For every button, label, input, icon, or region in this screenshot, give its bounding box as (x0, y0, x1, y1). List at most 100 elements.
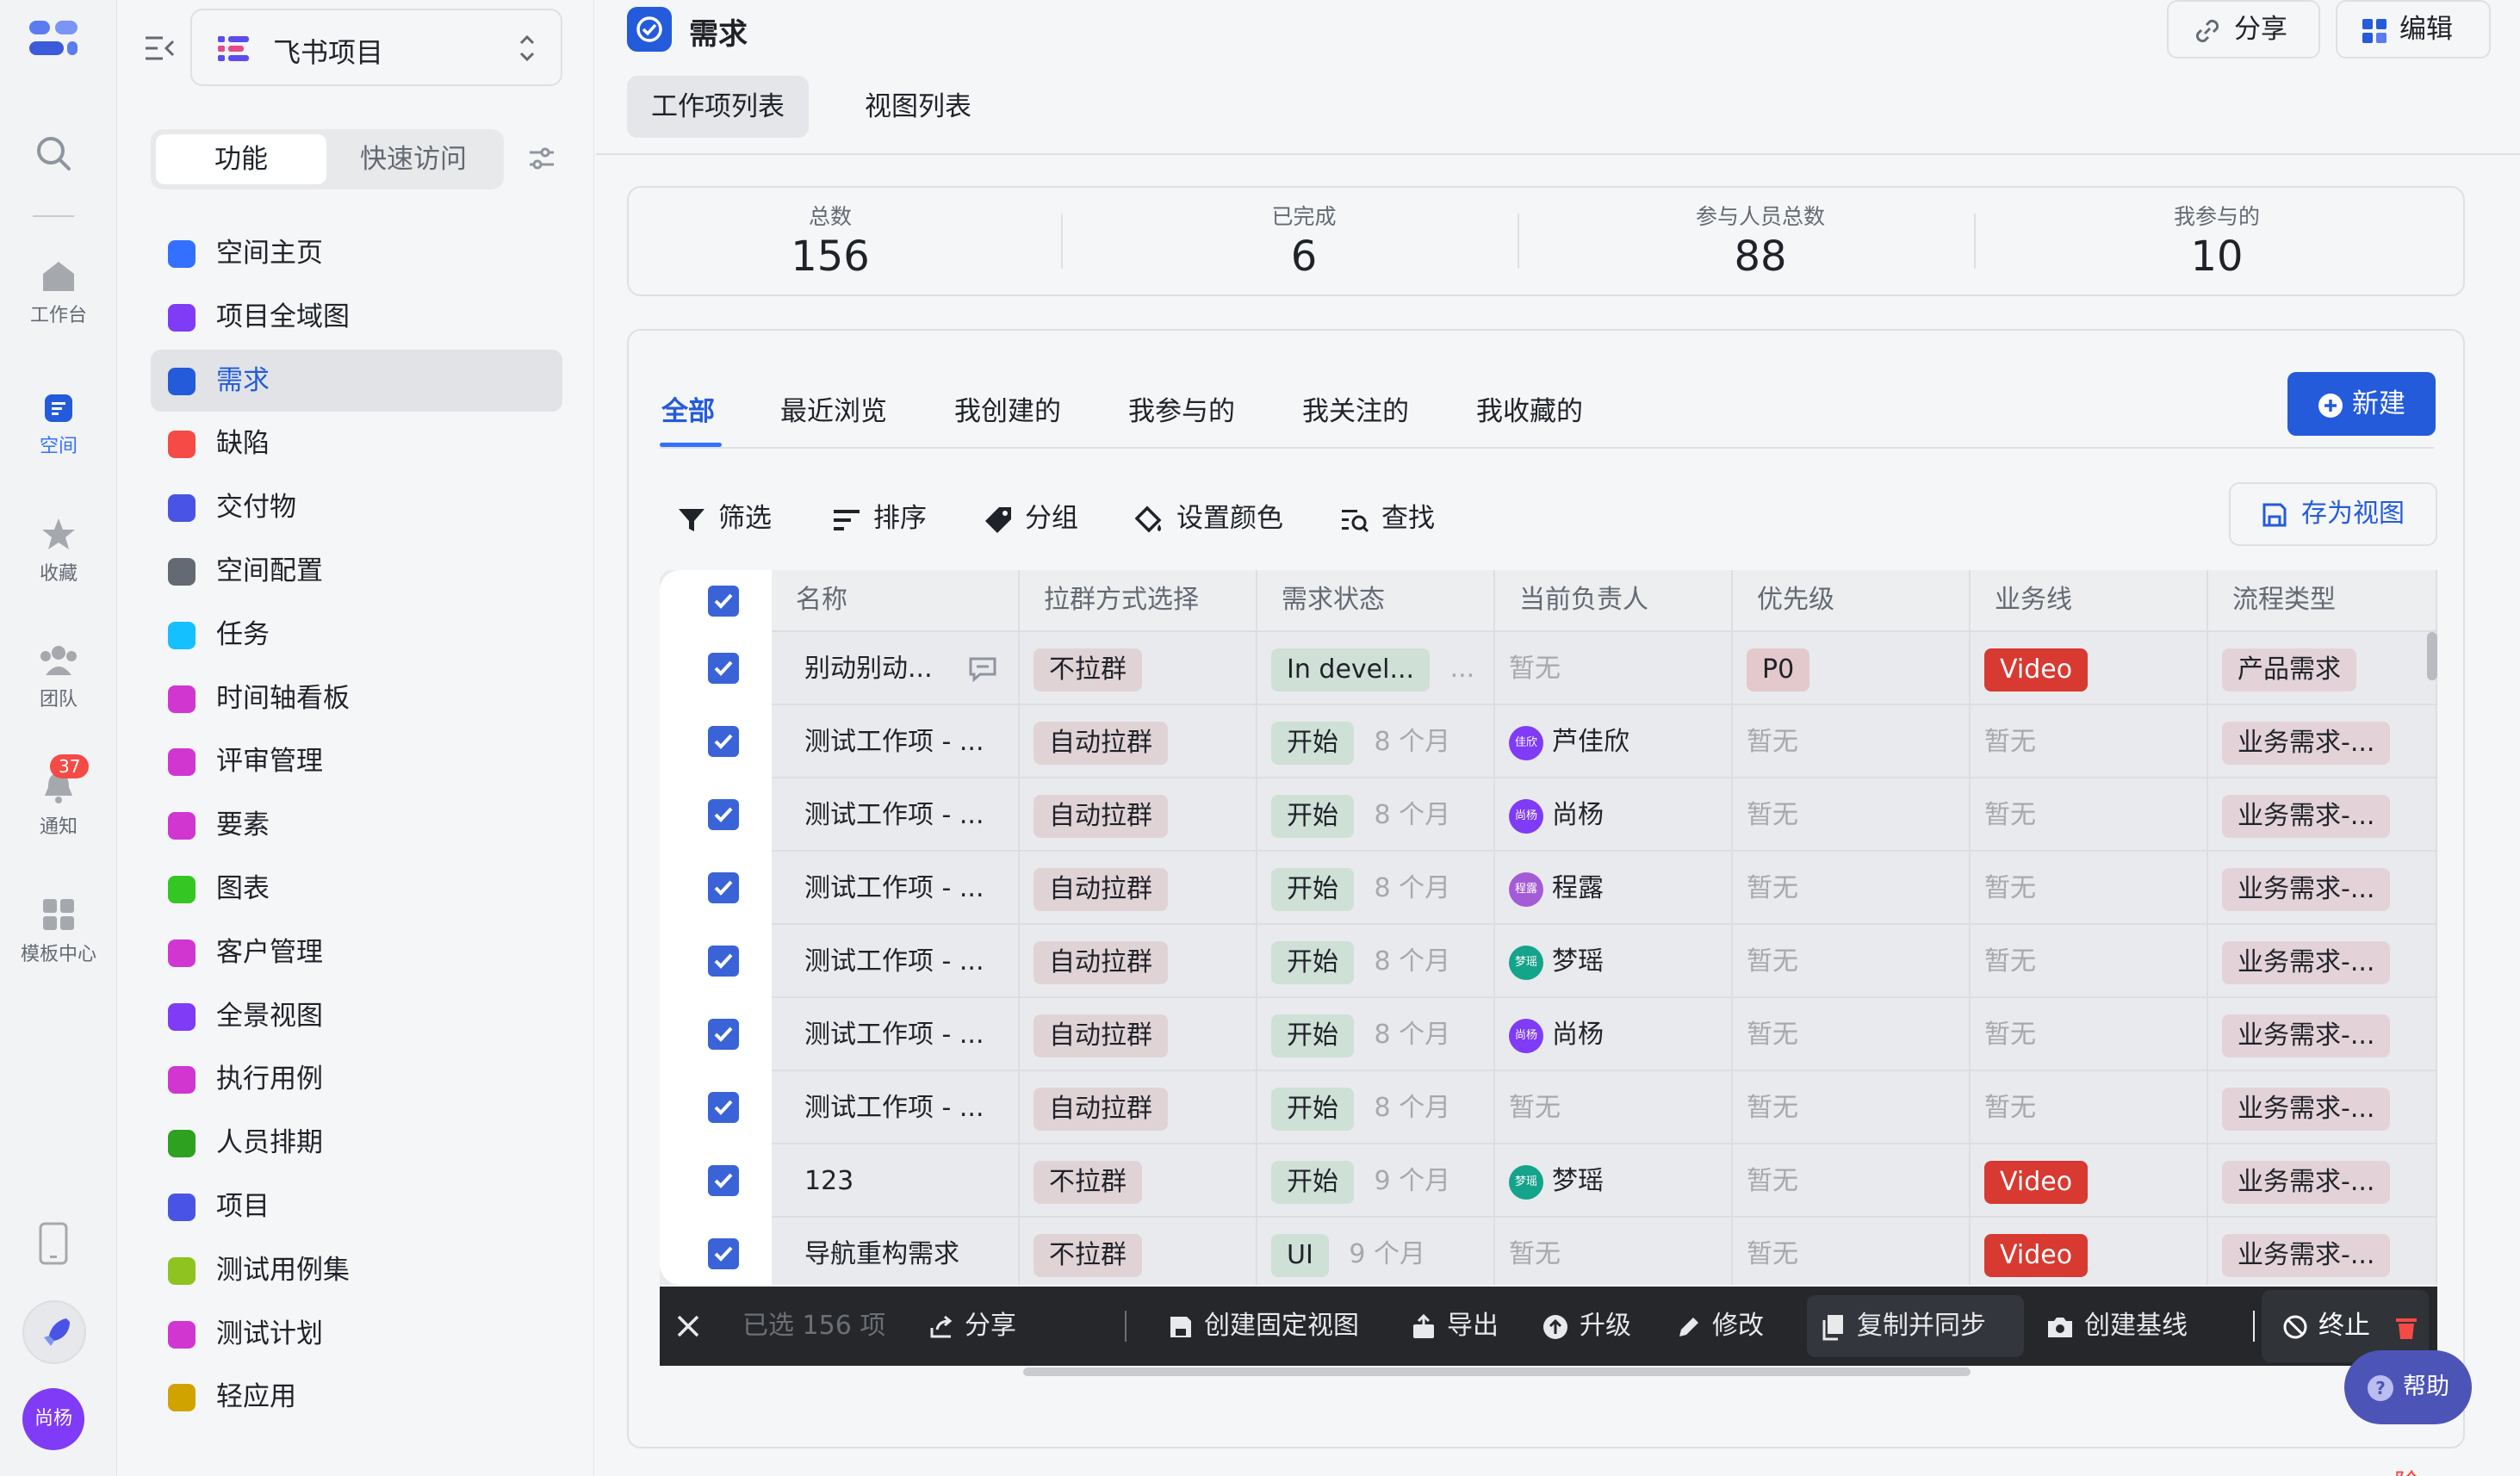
sidebar-item[interactable]: 执行用例 (151, 1048, 562, 1110)
business-line-cell[interactable]: 暂无 (1971, 1071, 2208, 1144)
table-row[interactable]: 测试工作项 - ... 自动拉群 开始 8 个月 尚杨 尚杨 暂无 暂无 业务需求-... (660, 996, 2437, 1071)
group-mode-cell[interactable]: 自动拉群 (1020, 998, 1257, 1071)
status-cell[interactable]: 开始 8 个月 (1257, 705, 1495, 778)
flow-type-cell[interactable]: 业务需求-... (2208, 852, 2437, 925)
name-cell[interactable]: 测试工作项 - ... (772, 925, 1020, 998)
select-all-checkbox[interactable] (708, 586, 739, 617)
sidebar-item[interactable]: 空间配置 (151, 540, 562, 602)
flow-type-cell[interactable]: 产品需求 (2208, 632, 2437, 705)
copy-sync-button[interactable]: 复制并同步 (1821, 1287, 1986, 1366)
priority-cell[interactable]: 暂无 (1733, 705, 1971, 778)
group-mode-cell[interactable]: 不拉群 (1020, 632, 1257, 705)
group-button[interactable]: 分组 (984, 496, 1078, 535)
export-button[interactable]: 导出 (1411, 1287, 1499, 1366)
rail-item-space[interactable]: 空间 (0, 393, 117, 458)
mobile-icon[interactable] (38, 1221, 69, 1266)
table-row[interactable]: 测试工作项 - ... 自动拉群 开始 8 个月 暂无 暂无 暂无 业务需求-... (660, 1070, 2437, 1144)
filter-button[interactable]: 筛选 (677, 496, 772, 535)
row-checkbox[interactable] (708, 799, 739, 830)
upgrade-button[interactable]: 升级 (1542, 1287, 1631, 1366)
set-color-button[interactable]: 设置颜色 (1135, 496, 1283, 535)
flow-type-cell[interactable]: 业务需求-... (2208, 778, 2437, 852)
filter-tab-participated[interactable]: 我参与的 (1128, 389, 1235, 428)
group-mode-cell[interactable]: 不拉群 (1020, 1144, 1257, 1218)
priority-cell[interactable]: 暂无 (1733, 925, 1971, 998)
status-cell[interactable]: 开始 8 个月 (1257, 1071, 1495, 1144)
table-row[interactable]: 导航重构需求 不拉群 UI 9 个月 暂无 暂无 Video 业务需求-... (660, 1216, 2437, 1285)
business-line-cell[interactable]: Video (1971, 1144, 2208, 1218)
row-checkbox[interactable] (708, 1092, 739, 1123)
save-as-view-button[interactable]: 存为视图 (2229, 482, 2437, 546)
status-cell[interactable]: 开始 8 个月 (1257, 778, 1495, 852)
group-mode-cell[interactable]: 不拉群 (1020, 1218, 1257, 1285)
group-mode-cell[interactable]: 自动拉群 (1020, 705, 1257, 778)
new-button[interactable]: 新建 (2287, 372, 2436, 436)
table-row[interactable]: 测试工作项 - ... 自动拉群 开始 8 个月 尚杨 尚杨 暂无 暂无 业务需求-... (660, 777, 2437, 852)
sidebar-item[interactable]: 全景视图 (151, 985, 562, 1047)
status-cell[interactable]: 开始 8 个月 (1257, 852, 1495, 925)
row-checkbox[interactable] (708, 872, 739, 903)
business-line-cell[interactable]: 暂无 (1971, 705, 2208, 778)
project-selector[interactable]: 飞书项目 (190, 9, 562, 86)
group-mode-cell[interactable]: 自动拉群 (1020, 852, 1257, 925)
app-logo-icon[interactable] (26, 17, 81, 60)
row-checkbox[interactable] (708, 1165, 739, 1196)
sidebar-settings-icon[interactable] (528, 145, 556, 172)
column-header[interactable]: 当前负责人 (1495, 570, 1733, 630)
group-mode-cell[interactable]: 自动拉群 (1020, 925, 1257, 998)
priority-cell[interactable]: P0 (1733, 632, 1971, 705)
owner-cell[interactable]: 梦瑶 梦瑶 (1495, 925, 1733, 998)
name-cell[interactable]: 123 (772, 1144, 1020, 1218)
rail-item-notifications[interactable]: 通知 (0, 770, 117, 839)
user-avatar[interactable]: 尚杨 (22, 1388, 84, 1450)
table-row[interactable]: 别动别动... 不拉群 In devel... ... 暂无 P0 Video 产品需求 (660, 630, 2437, 705)
business-line-cell[interactable]: 暂无 (1971, 998, 2208, 1071)
close-icon[interactable] (675, 1313, 701, 1339)
business-line-cell[interactable]: 暂无 (1971, 778, 2208, 852)
priority-cell[interactable]: 暂无 (1733, 1144, 1971, 1218)
rail-item-favorites[interactable]: 收藏 (0, 517, 117, 586)
column-header[interactable]: 需求状态 (1257, 570, 1495, 630)
flow-type-cell[interactable]: 业务需求-... (2208, 998, 2437, 1071)
sidebar-item[interactable]: 轻应用 (151, 1366, 562, 1428)
status-cell[interactable]: 开始 8 个月 (1257, 925, 1495, 998)
status-cell[interactable]: 开始 9 个月 (1257, 1144, 1495, 1218)
owner-cell[interactable]: 暂无 (1495, 1218, 1733, 1285)
owner-cell[interactable]: 暂无 (1495, 632, 1733, 705)
group-mode-cell[interactable]: 自动拉群 (1020, 778, 1257, 852)
help-button[interactable]: ? 帮助 (2344, 1350, 2472, 1424)
rail-item-workbench[interactable]: 工作台 (0, 258, 117, 327)
row-checkbox[interactable] (708, 1238, 739, 1269)
business-line-cell[interactable]: Video (1971, 1218, 2208, 1285)
filter-tab-all[interactable]: 全部 (661, 389, 715, 428)
status-cell[interactable]: UI 9 个月 (1257, 1218, 1495, 1285)
sidebar-item[interactable]: 时间轴看板 (151, 667, 562, 729)
priority-cell[interactable]: 暂无 (1733, 852, 1971, 925)
create-fixed-view-button[interactable]: 创建固定视图 (1168, 1287, 1359, 1366)
group-mode-cell[interactable]: 自动拉群 (1020, 1071, 1257, 1144)
edit-button[interactable]: 编辑 (2336, 0, 2491, 59)
search-icon[interactable] (34, 134, 72, 172)
table-scrollbar-horizontal[interactable] (1023, 1367, 1971, 1376)
sidebar-item[interactable]: 测试计划 (151, 1303, 562, 1365)
sidebar-item[interactable]: 测试用例集 (151, 1239, 562, 1301)
owner-cell[interactable]: 梦瑶 梦瑶 (1495, 1144, 1733, 1218)
sort-button[interactable]: 排序 (832, 496, 927, 535)
owner-cell[interactable]: 佳欣 芦佳欣 (1495, 705, 1733, 778)
share-button[interactable]: 分享 (2167, 0, 2320, 59)
priority-cell[interactable]: 暂无 (1733, 1071, 1971, 1144)
sidebar-item[interactable]: 交付物 (151, 476, 562, 538)
status-cell[interactable]: In devel... ... (1257, 632, 1495, 705)
rail-item-team[interactable]: 团队 (0, 642, 117, 711)
column-header[interactable]: 优先级 (1733, 570, 1971, 630)
column-header[interactable]: 流程类型 (2208, 570, 2437, 630)
owner-cell[interactable]: 尚杨 尚杨 (1495, 778, 1733, 852)
table-scrollbar-vertical[interactable] (2427, 632, 2437, 680)
sidebar-item[interactable]: 缺陷 (151, 412, 562, 474)
table-row[interactable]: 测试工作项 - ... 自动拉群 开始 8 个月 程露 程露 暂无 暂无 业务需求-... (660, 850, 2437, 925)
sidebar-item[interactable]: 要素 (151, 794, 562, 856)
flow-type-cell[interactable]: 业务需求-... (2208, 705, 2437, 778)
column-header[interactable]: 业务线 (1971, 570, 2208, 630)
business-line-cell[interactable]: Video (1971, 632, 2208, 705)
owner-cell[interactable]: 暂无 (1495, 1071, 1733, 1144)
